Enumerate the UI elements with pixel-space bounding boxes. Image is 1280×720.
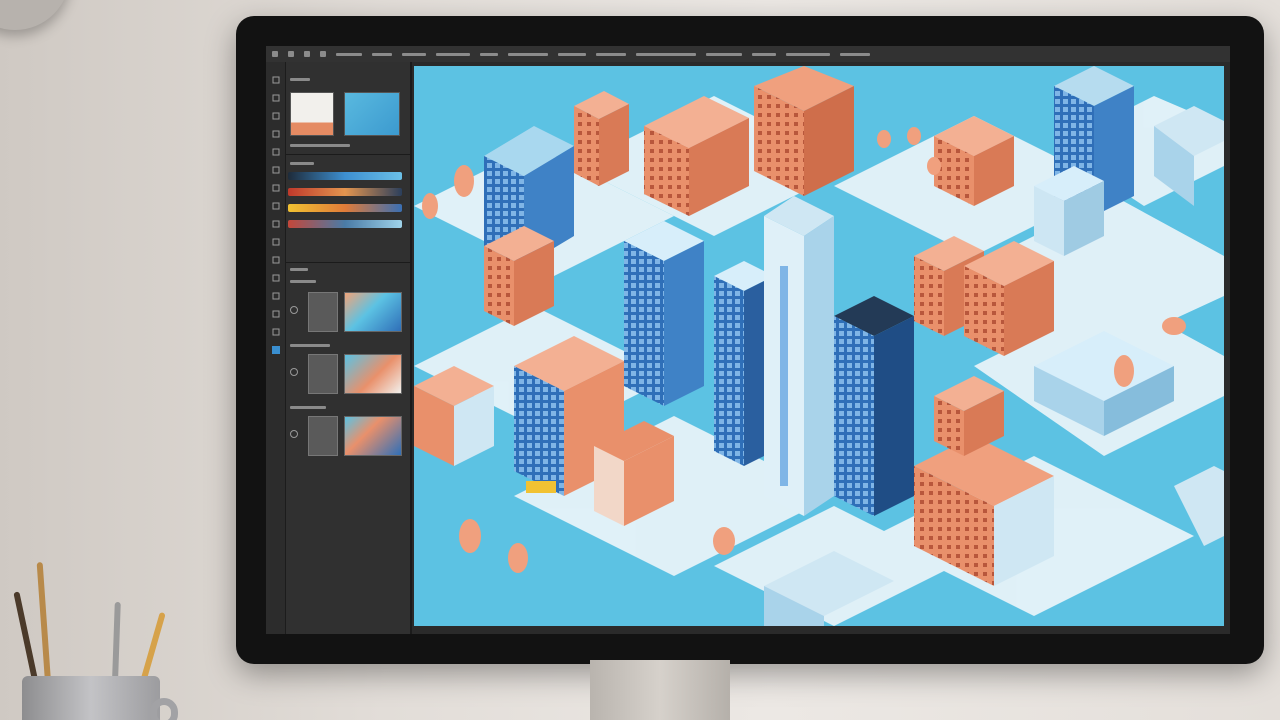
layer-thumbnail[interactable] [344, 354, 402, 394]
eye-icon[interactable] [290, 368, 298, 376]
isometric-city-artwork [414, 66, 1224, 626]
eye-icon[interactable] [290, 306, 298, 314]
pen-icon[interactable] [272, 256, 280, 264]
menu-item[interactable] [706, 52, 742, 56]
eye-icon[interactable] [290, 430, 298, 438]
layer-row[interactable] [286, 410, 410, 462]
gradient-swatch[interactable] [288, 204, 402, 212]
color-swatch-icon[interactable] [272, 346, 280, 354]
navigator-value [290, 144, 350, 147]
eyedropper-icon[interactable] [272, 148, 280, 156]
gradient-swatch[interactable] [288, 220, 402, 228]
menu-item[interactable] [840, 52, 870, 56]
gradient-swatch[interactable] [288, 172, 402, 180]
crop-icon[interactable] [272, 130, 280, 138]
layers-icon[interactable] [320, 51, 326, 57]
layer-thumbnail[interactable] [344, 416, 402, 456]
move-icon[interactable] [272, 76, 280, 84]
menu-item[interactable] [596, 52, 626, 56]
shape-icon[interactable] [272, 292, 280, 300]
app-window [266, 46, 1230, 634]
navigator-panel-label [290, 78, 310, 81]
pencil-cup-handle [150, 698, 178, 720]
menu-bar [266, 46, 1230, 62]
panel-divider [286, 262, 410, 263]
layer-row[interactable] [286, 348, 410, 400]
text-icon[interactable] [272, 274, 280, 282]
layers-panel-tabs [290, 280, 316, 283]
layer-thumbnail[interactable] [344, 292, 402, 332]
layer-mask-thumbnail[interactable] [308, 292, 338, 332]
layer-group-label [290, 406, 326, 409]
layer-mask-thumbnail[interactable] [308, 354, 338, 394]
menu-item[interactable] [336, 52, 362, 56]
document-canvas[interactable] [414, 66, 1224, 626]
document-icon[interactable] [288, 51, 294, 57]
zoom-icon[interactable] [272, 328, 280, 336]
side-panel [286, 62, 412, 634]
menu-item[interactable] [636, 52, 696, 56]
hand-icon[interactable] [272, 310, 280, 318]
marquee-icon[interactable] [272, 94, 280, 102]
menu-item[interactable] [480, 52, 498, 56]
gradient-swatch[interactable] [288, 188, 402, 196]
menu-item[interactable] [402, 52, 426, 56]
home-icon[interactable] [272, 51, 278, 57]
layer-mask-thumbnail[interactable] [308, 416, 338, 456]
gradient-panel-label [290, 162, 314, 165]
navigator-preview[interactable] [344, 92, 400, 136]
arrow-icon[interactable] [304, 51, 310, 57]
menu-item[interactable] [436, 52, 470, 56]
menu-item[interactable] [372, 52, 392, 56]
eraser-icon[interactable] [272, 202, 280, 210]
lasso-icon[interactable] [272, 112, 280, 120]
tool-strip [266, 62, 286, 634]
layer-group-label [290, 344, 330, 347]
layers-panel-label [290, 268, 308, 271]
monitor-stand [590, 660, 730, 720]
menu-item[interactable] [786, 52, 830, 56]
layer-row[interactable] [286, 286, 410, 338]
menu-item[interactable] [558, 52, 586, 56]
stamp-icon[interactable] [272, 184, 280, 192]
pencil-cup [22, 676, 160, 720]
navigator-thumbnail[interactable] [290, 92, 334, 136]
menu-item[interactable] [752, 52, 776, 56]
panel-divider [286, 154, 410, 155]
blur-icon[interactable] [272, 238, 280, 246]
brush-icon[interactable] [272, 166, 280, 174]
gradient-icon[interactable] [272, 220, 280, 228]
menu-item[interactable] [508, 52, 548, 56]
